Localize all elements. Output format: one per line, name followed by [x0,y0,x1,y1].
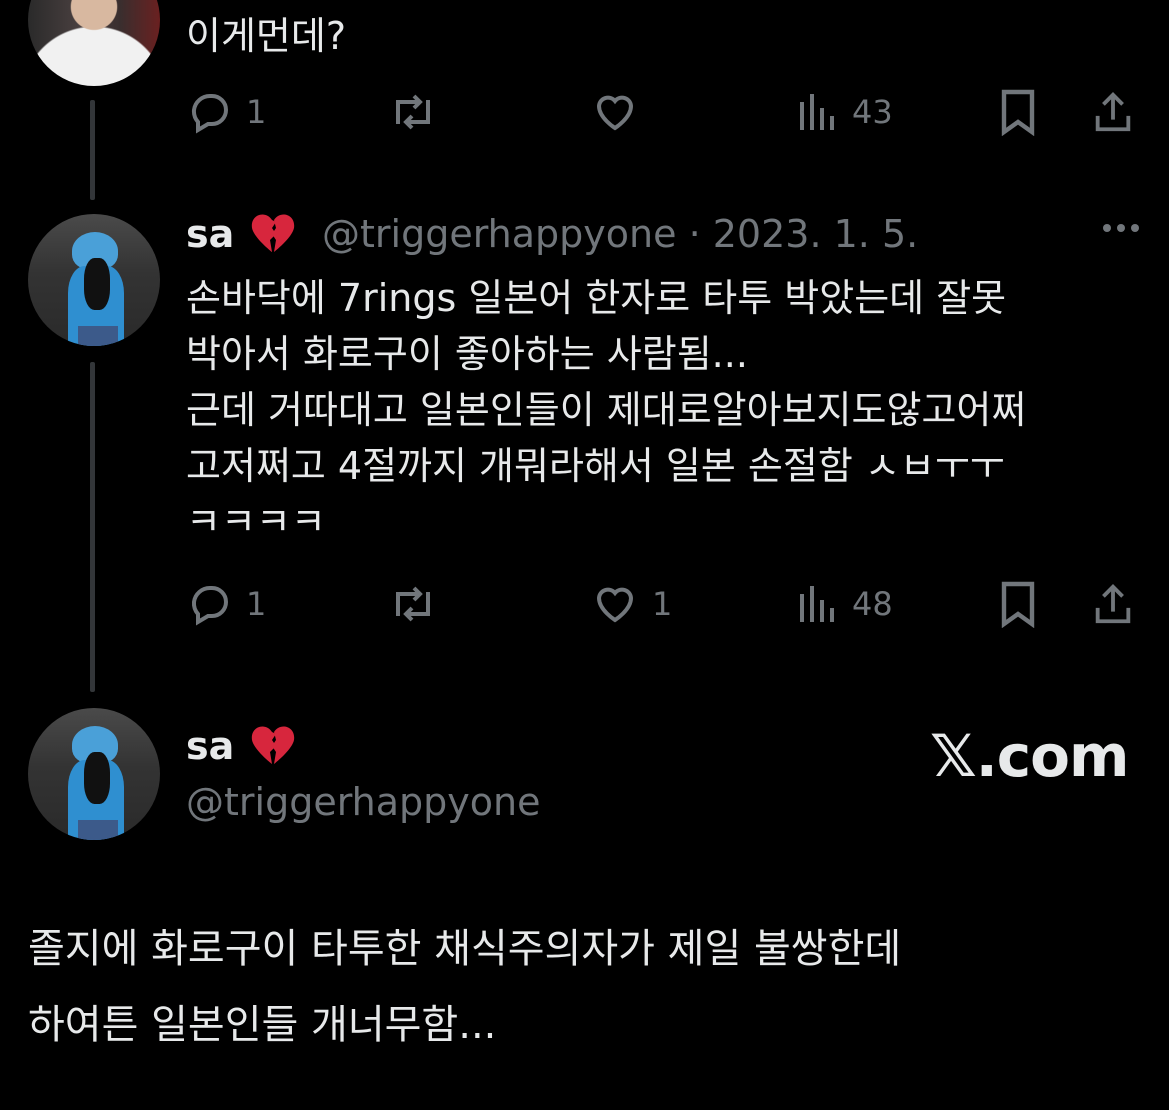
tweet-line: 손바닥에 7rings 일본어 한자로 타투 박았는데 잘못 [186,276,1007,320]
tweet-line: ㅋㅋㅋㅋ [186,500,326,544]
bookmark-icon [1001,581,1035,628]
broken-heart-emoji [251,214,295,252]
action-bar: 1 43 [0,82,1169,142]
reply-button[interactable]: 1 [186,574,266,634]
tweet-meta: @triggerhappyone · 2023. 1. 5. [322,206,918,262]
share-button[interactable] [1090,574,1136,634]
retweet-icon [396,586,430,622]
display-name[interactable]: sa [186,212,234,256]
like-button[interactable] [590,82,640,142]
tweet-date[interactable]: 2023. 1. 5. [713,212,918,256]
reply-count: 1 [246,93,267,131]
reply-count: 1 [246,585,267,623]
like-icon [596,95,634,131]
bookmark-button[interactable] [996,82,1040,142]
thread-connector [90,362,95,692]
share-button[interactable] [1090,82,1136,142]
tweet-text: 이게먼데? [186,14,347,58]
views-icon [800,94,834,130]
like-count: 1 [652,585,673,623]
more-button[interactable] [1103,224,1139,232]
broken-heart-emoji [251,726,295,764]
x-watermark: 𝕏.com [930,722,1129,790]
like-button[interactable]: 1 [590,574,672,634]
bookmark-button[interactable] [996,574,1040,634]
views-count: 43 [852,93,893,131]
handle[interactable]: @triggerhappyone [322,212,676,256]
retweet-icon [396,94,430,130]
more-icon [1103,224,1111,232]
views-button[interactable]: 48 [796,574,893,634]
reply-button[interactable]: 1 [186,82,266,142]
tweet-line: 하여튼 일본인들 개너무함... [28,1002,497,1048]
retweet-button[interactable] [386,574,440,634]
avatar[interactable] [28,0,160,86]
tweet-line: 졸지에 화로구이 타투한 채식주의자가 제일 불쌍한데 [28,926,902,972]
display-name[interactable]: sa [186,724,234,768]
views-button[interactable]: 43 [796,82,893,142]
reply-icon [191,93,228,134]
retweet-button[interactable] [386,82,440,142]
views-icon [800,586,834,622]
reply-icon [191,585,228,626]
views-count: 48 [852,585,893,623]
action-bar: 1 1 48 [0,574,1169,634]
share-icon [1095,584,1131,624]
tweet-line: 근데 거따대고 일본인들이 제대로알아보지도않고어쩌 [186,388,1027,432]
tweet-line: 박아서 화로구이 좋아하는 사람됨... [186,332,748,376]
thread-connector [90,100,95,200]
handle[interactable]: @triggerhappyone [186,774,540,830]
avatar[interactable] [28,708,160,840]
like-icon [596,587,634,623]
separator: · [688,212,701,256]
tweet-line: 고저쩌고 4절까지 개뭐라해서 일본 손절함 ㅅㅂㅜㅜ [186,444,1005,488]
avatar[interactable] [28,214,160,346]
tweet-thread: 이게먼데? 1 43 sa @triggerhappyone · 2023. 1… [0,0,1169,1110]
bookmark-icon [1001,89,1035,136]
share-icon [1095,92,1131,132]
